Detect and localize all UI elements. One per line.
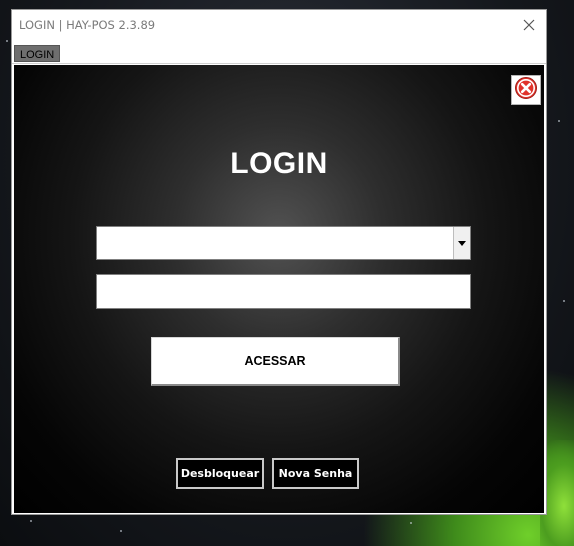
desktop-star — [563, 300, 565, 302]
red-circle-x-icon — [514, 76, 538, 104]
acessar-button[interactable]: ACESSAR — [151, 337, 400, 386]
tab-login[interactable]: LOGIN — [14, 45, 61, 62]
login-panel: LOGIN ACESSAR Desbloquear Nova Senha — [14, 65, 544, 513]
close-icon[interactable] — [512, 10, 546, 40]
login-heading: LOGIN — [230, 147, 328, 180]
chevron-down-icon[interactable] — [453, 227, 470, 259]
login-window: LOGIN | HAY-POS 2.3.89 LOGIN LOGIN ACESS… — [11, 9, 547, 515]
desktop-star — [30, 520, 32, 522]
user-select-value — [101, 227, 452, 259]
desktop-star — [6, 40, 8, 42]
nova-senha-button[interactable]: Nova Senha — [272, 458, 359, 489]
password-field[interactable] — [96, 274, 471, 309]
tab-strip: LOGIN — [12, 41, 546, 64]
desbloquear-button[interactable]: Desbloquear — [176, 458, 264, 489]
exit-button[interactable] — [511, 75, 541, 105]
window-title: LOGIN | HAY-POS 2.3.89 — [19, 18, 156, 32]
desktop-star — [558, 120, 560, 122]
user-select[interactable] — [96, 226, 471, 260]
desktop-star — [120, 530, 122, 532]
desktop-star — [410, 522, 412, 524]
title-bar: LOGIN | HAY-POS 2.3.89 — [12, 10, 546, 40]
